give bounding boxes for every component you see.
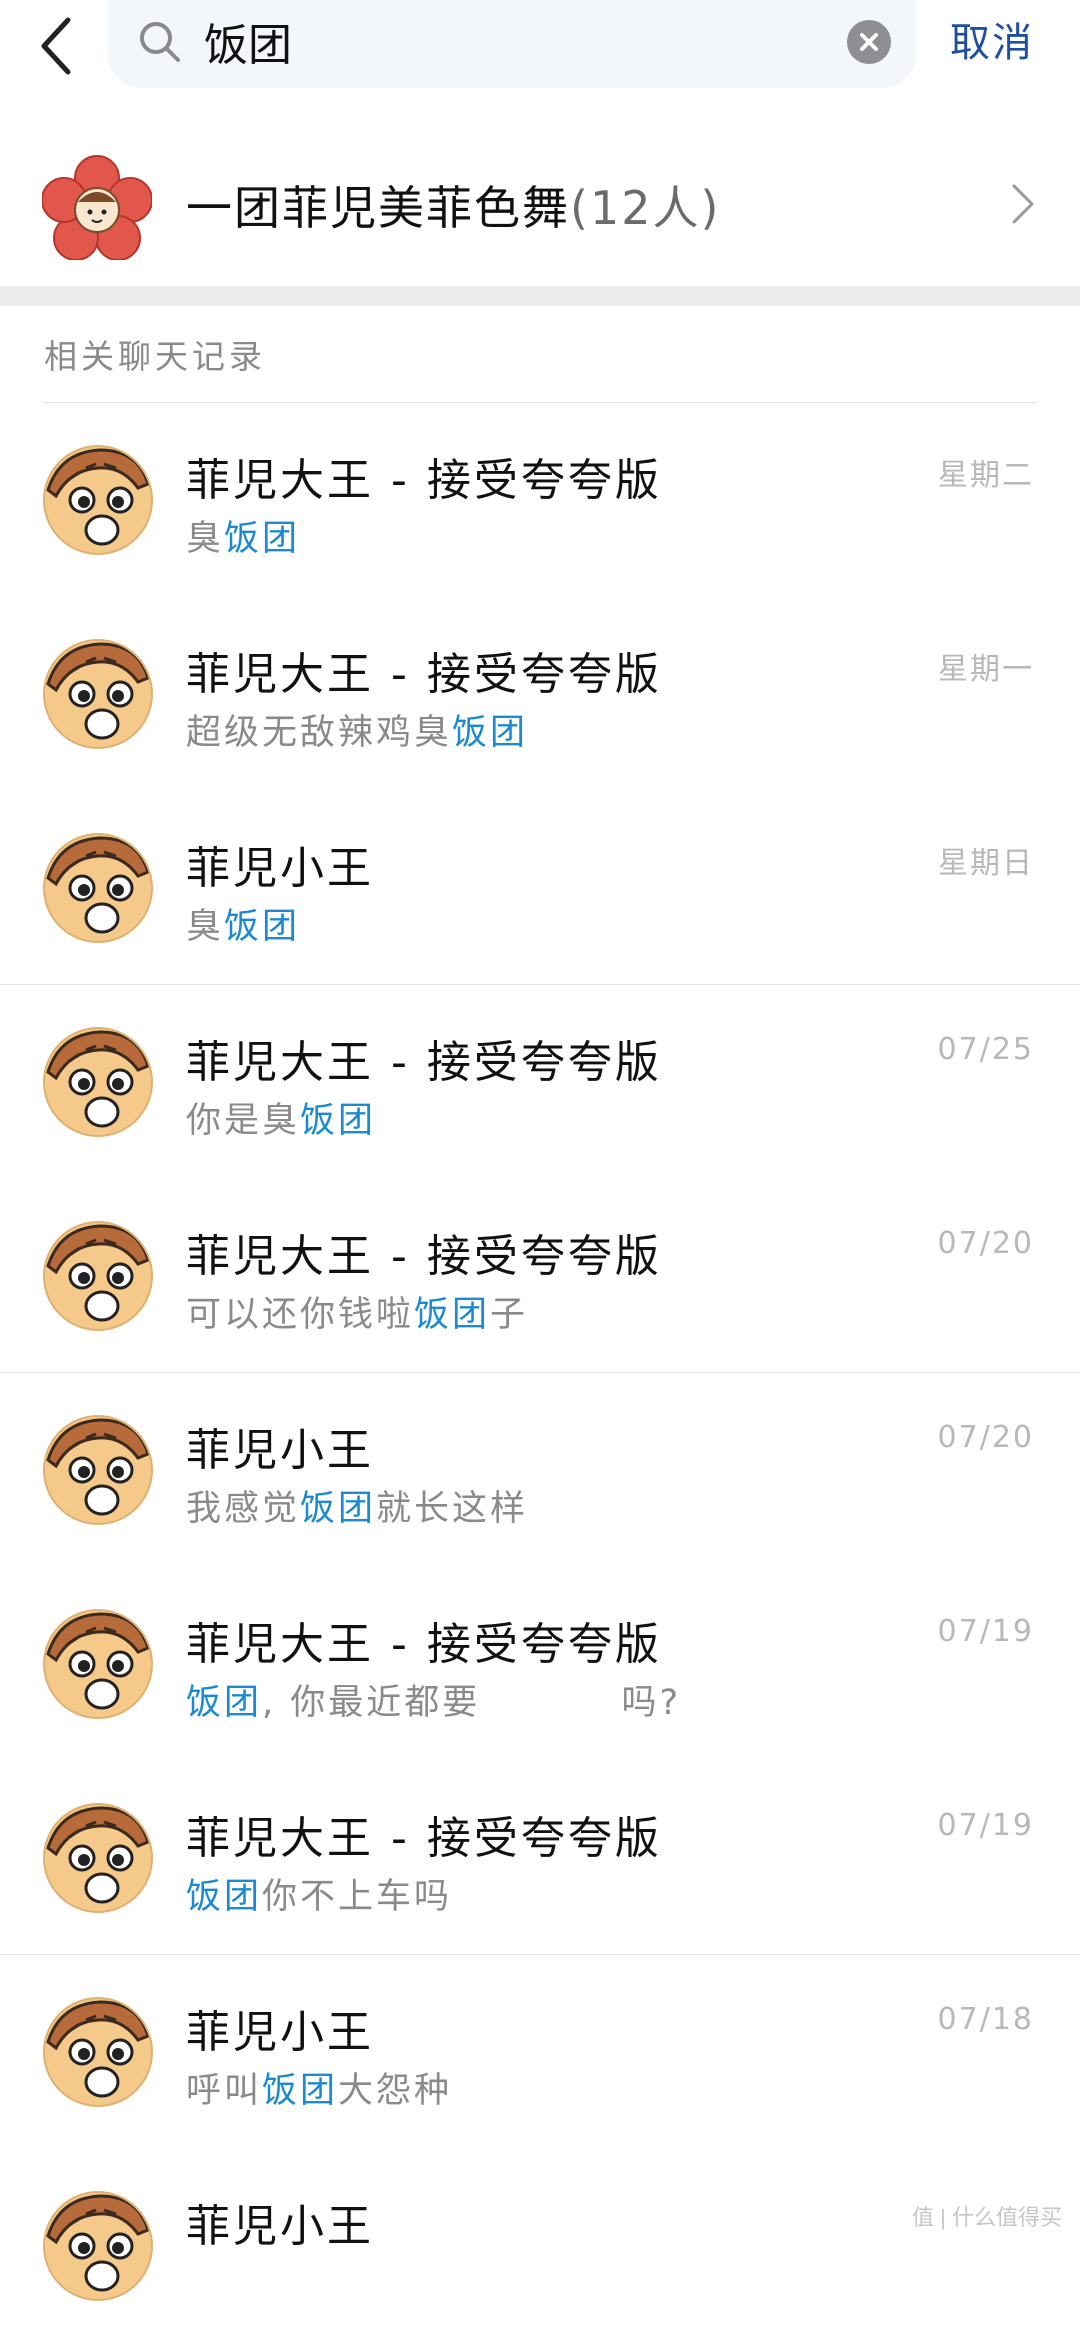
contact-avatar (42, 2190, 154, 2302)
row-separator (0, 984, 1080, 985)
contact-name: 菲児小王 (186, 2201, 374, 2252)
chat-record-item[interactable]: 菲児小王 07/20 我感觉饭团就长这样 (0, 1374, 1080, 1568)
message-time: 07/19 (937, 1808, 1034, 1843)
message-time: 星期二 (938, 458, 1034, 493)
contact-name: 菲児大王 - 接受夸夸版 (186, 1231, 662, 1282)
section-divider (0, 286, 1080, 306)
message-time: 07/18 (937, 2002, 1034, 2037)
message-snippet: 饭团, 你最近都要 吗? (186, 1683, 682, 1723)
contact-avatar (42, 1802, 154, 1914)
message-snippet: 你是臭饭团 (186, 1101, 377, 1141)
group-name: 一团菲児美菲色舞(12人) (186, 181, 721, 235)
contact-avatar (42, 638, 154, 750)
search-highlight: 饭团 (224, 907, 301, 947)
search-highlight: 饭团 (186, 1877, 263, 1917)
search-highlight: 饭团 (262, 2071, 339, 2111)
search-highlight: 饭团 (186, 1683, 263, 1723)
search-icon (140, 22, 180, 62)
contact-avatar (42, 1414, 154, 1526)
section-title: 相关聊天记录 (44, 337, 266, 376)
message-snippet: 臭饭团 (186, 907, 301, 947)
section-divider-line (44, 402, 1036, 403)
message-snippet: 饭团你不上车吗 (186, 1877, 453, 1917)
back-arrow-icon (41, 17, 71, 75)
message-snippet: 可以还你钱啦饭团子 (186, 1295, 529, 1335)
search-header: 取消 (0, 0, 1080, 110)
message-time: 07/25 (937, 1032, 1034, 1067)
search-highlight: 饭团 (300, 1101, 377, 1141)
contact-name: 菲児大王 - 接受夸夸版 (186, 1813, 662, 1864)
message-snippet: 臭饭团 (186, 519, 301, 559)
contact-name: 菲児小王 (186, 1425, 374, 1476)
chat-record-item[interactable]: 菲児大王 - 接受夸夸版 星期二臭饭团 (0, 404, 1080, 598)
chat-record-item[interactable]: 菲児小王 07/18 呼叫饭团大怨种 (0, 1956, 1080, 2150)
search-highlight: 饭团 (414, 1295, 491, 1335)
clear-icon[interactable] (847, 20, 891, 64)
contact-name: 菲児大王 - 接受夸夸版 (186, 1037, 662, 1088)
back-button[interactable] (30, 6, 90, 86)
contact-avatar (42, 1608, 154, 1720)
chat-record-item[interactable]: 菲児大王 - 接受夸夸版 07/19 饭团, 你最近都要 吗? (0, 1568, 1080, 1762)
message-time: 07/20 (937, 1420, 1034, 1455)
contact-avatar (42, 1026, 154, 1138)
row-separator (0, 1954, 1080, 1955)
message-time: 星期一 (938, 652, 1034, 687)
contact-name: 菲児小王 (186, 2007, 374, 2058)
chat-record-item[interactable]: 菲児大王 - 接受夸夸版 07/25 你是臭饭团 (0, 986, 1080, 1180)
chat-record-item[interactable]: 菲児小王 (0, 2150, 1080, 2344)
contact-name: 菲児大王 - 接受夸夸版 (186, 455, 662, 506)
message-snippet: 超级无敌辣鸡臭饭团 (186, 713, 529, 753)
chat-record-item[interactable]: 菲児小王 星期日臭饭团 (0, 792, 1080, 986)
group-avatar (42, 155, 152, 260)
cancel-button[interactable]: 取消 (950, 10, 1034, 76)
search-highlight: 饭团 (300, 1489, 377, 1529)
group-result-row[interactable]: 一团菲児美菲色舞(12人) (0, 110, 1080, 286)
chat-record-item[interactable]: 菲児大王 - 接受夸夸版 07/20 可以还你钱啦饭团子 (0, 1180, 1080, 1374)
search-highlight: 饭团 (224, 519, 301, 559)
group-member-count: (12人) (570, 181, 721, 235)
contact-avatar (42, 1996, 154, 2108)
search-box[interactable] (108, 0, 916, 88)
contact-name: 菲児大王 - 接受夸夸版 (186, 1619, 662, 1670)
row-separator (0, 1372, 1080, 1373)
search-input[interactable] (204, 8, 844, 74)
search-highlight: 饭团 (452, 713, 529, 753)
chat-record-item[interactable]: 菲児大王 - 接受夸夸版 星期一超级无敌辣鸡臭饭团 (0, 598, 1080, 792)
message-time: 07/19 (937, 1614, 1034, 1649)
watermark: 值 | 什么值得买 (912, 2205, 1062, 2230)
contact-name: 菲児大王 - 接受夸夸版 (186, 649, 662, 700)
message-snippet: 我感觉饭团就长这样 (186, 1489, 529, 1529)
chat-record-item[interactable]: 菲児大王 - 接受夸夸版 07/19 饭团你不上车吗 (0, 1762, 1080, 1956)
message-time: 星期日 (938, 846, 1034, 881)
message-snippet: 呼叫饭团大怨种 (186, 2071, 453, 2111)
contact-avatar (42, 444, 154, 556)
contact-avatar (42, 1220, 154, 1332)
message-time: 07/20 (937, 1226, 1034, 1261)
chevron-right-icon (1012, 184, 1034, 224)
contact-avatar (42, 832, 154, 944)
contact-name: 菲児小王 (186, 843, 374, 894)
